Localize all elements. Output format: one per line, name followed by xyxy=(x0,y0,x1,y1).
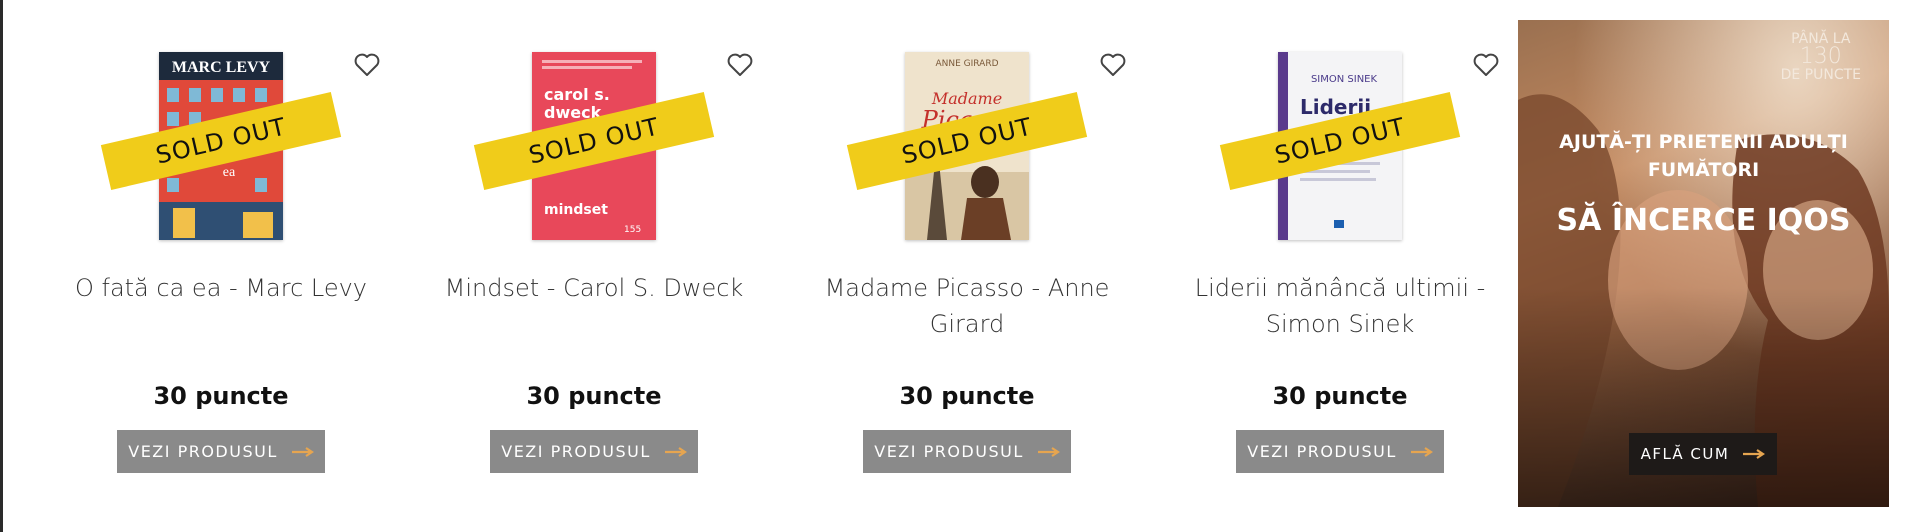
product-price: 30 puncte xyxy=(153,382,289,410)
arrow-right-icon xyxy=(1410,446,1433,457)
arrow-right-icon xyxy=(1743,449,1766,459)
product-image-area[interactable]: ANNE GIRARD Madame Picasso SOLD OUT xyxy=(781,52,1153,242)
cover-author: SIMON SINEK xyxy=(1311,74,1378,85)
promo-badge-line3: DE PUNCTE xyxy=(1780,67,1861,83)
wishlist-heart-icon[interactable] xyxy=(1472,52,1500,78)
product-price: 30 puncte xyxy=(1272,382,1408,410)
learn-how-label: AFLĂ CUM xyxy=(1640,445,1730,463)
view-product-button[interactable]: VEZI PRODUSUL xyxy=(1236,430,1444,473)
promo-banner[interactable]: PÂNĂ LA 130 DE PUNCTE AJUTĂ-ȚI PRIETENII… xyxy=(1518,20,1889,507)
view-product-button[interactable]: VEZI PRODUSUL xyxy=(863,430,1071,473)
arrow-right-icon xyxy=(1037,446,1060,457)
cover-author: MARC LEVY xyxy=(172,59,271,76)
wishlist-heart-icon[interactable] xyxy=(353,52,381,78)
arrow-right-icon xyxy=(664,446,687,457)
view-product-label: VEZI PRODUSUL xyxy=(128,442,278,461)
promo-headline: SĂ ÎNCERCE IQOS xyxy=(1556,203,1851,238)
product-title[interactable]: Liderii mănâncă ultimii - Simon Sinek xyxy=(1154,270,1526,342)
product-grid: MARC LEVY ea SOLD OUT O fată ca ea - Mar… xyxy=(0,0,1510,532)
wishlist-heart-icon[interactable] xyxy=(1099,52,1127,78)
product-card: ANNE GIRARD Madame Picasso SOLD OUT Mada… xyxy=(781,0,1153,532)
product-title[interactable]: O fată ca ea - Marc Levy xyxy=(35,270,407,306)
cover-author: ANNE GIRARD xyxy=(935,59,998,69)
product-title[interactable]: Mindset - Carol S. Dweck xyxy=(408,270,780,306)
wishlist-heart-icon[interactable] xyxy=(726,52,754,78)
product-card: MARC LEVY ea SOLD OUT O fată ca ea - Mar… xyxy=(35,0,407,532)
view-product-label: VEZI PRODUSUL xyxy=(874,442,1024,461)
arrow-right-icon xyxy=(291,446,314,457)
view-product-label: VEZI PRODUSUL xyxy=(501,442,651,461)
view-product-button[interactable]: VEZI PRODUSUL xyxy=(117,430,325,473)
product-price: 30 puncte xyxy=(526,382,662,410)
product-image-area[interactable]: carol s. dweck mindset 155 SOLD OUT xyxy=(408,52,780,242)
product-card: carol s. dweck mindset 155 SOLD OUT Mind… xyxy=(408,0,780,532)
promo-points-badge: PÂNĂ LA 130 DE PUNCTE xyxy=(1781,32,1861,82)
product-image-area[interactable]: SIMON SINEK Liderii SOLD OUT xyxy=(1154,52,1526,242)
view-product-label: VEZI PRODUSUL xyxy=(1247,442,1397,461)
cover-title-fragment: ea xyxy=(223,165,236,180)
cover-number: 155 xyxy=(624,225,641,235)
promo-subtitle: AJUTĂ-ȚI PRIETENII ADULȚI FUMĂTORI xyxy=(1559,131,1848,181)
promo-badge-points: 130 xyxy=(1799,44,1842,69)
cover-book-title: mindset xyxy=(544,202,608,218)
learn-how-button[interactable]: AFLĂ CUM xyxy=(1629,433,1777,475)
product-image-area[interactable]: MARC LEVY ea SOLD OUT xyxy=(35,52,407,242)
view-product-button[interactable]: VEZI PRODUSUL xyxy=(490,430,698,473)
cover-author-line1: carol s. xyxy=(544,85,610,104)
product-price: 30 puncte xyxy=(899,382,1035,410)
product-title[interactable]: Madame Picasso - Anne Girard xyxy=(781,270,1153,342)
product-card: SIMON SINEK Liderii SOLD OUT Liderii măn… xyxy=(1154,0,1526,532)
